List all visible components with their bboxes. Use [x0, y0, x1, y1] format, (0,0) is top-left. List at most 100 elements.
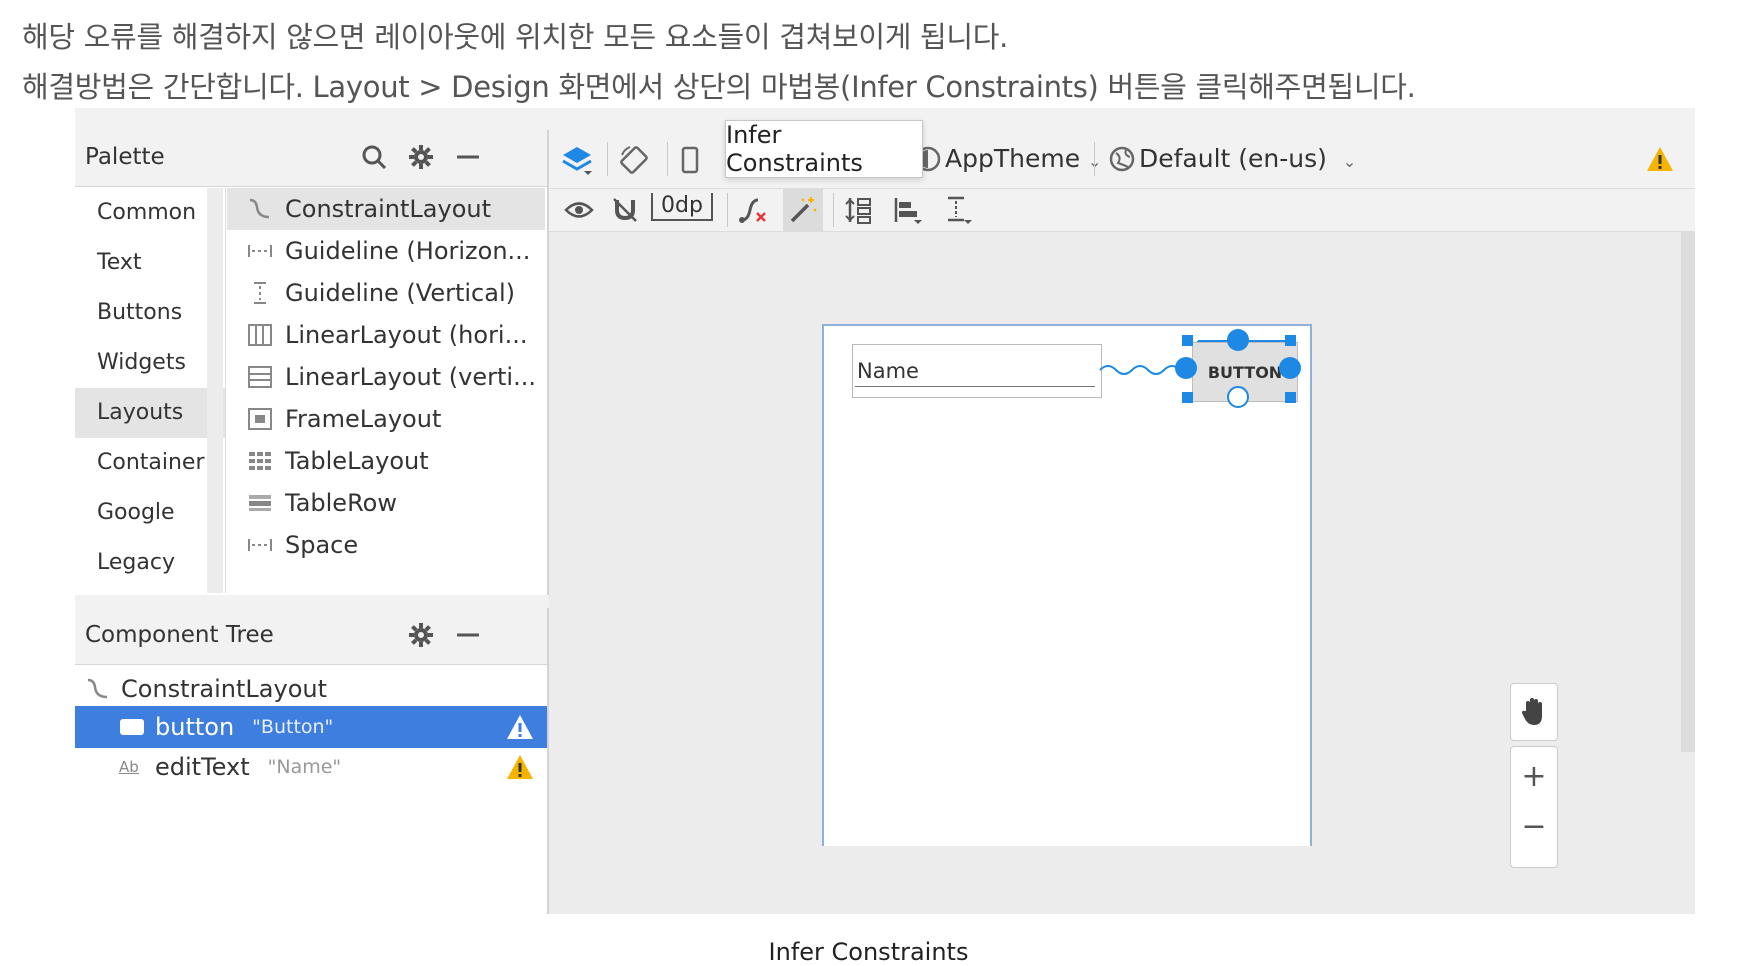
guidelines-icon[interactable]: [939, 193, 975, 227]
space-icon: [245, 532, 275, 558]
palette-title: Palette: [85, 144, 165, 170]
frame-layout-icon: [245, 406, 275, 432]
selection-handles: [1175, 329, 1301, 408]
layout-preview[interactable]: Name BUTTON: [822, 324, 1312, 846]
separator: [833, 193, 834, 227]
warning-icon[interactable]: [505, 712, 535, 742]
palette-item-label: ConstraintLayout: [285, 195, 492, 223]
tree-row-label: button: [155, 713, 235, 741]
guideline-horizontal-icon: [245, 238, 275, 264]
article-line-1: 해당 오류를 해결하지 않으면 레이아웃에 위치한 모든 요소들이 겹쳐보이게 …: [22, 20, 1009, 54]
theme-selector[interactable]: AppTheme ⌄: [945, 144, 1101, 173]
top-anchor[interactable]: [1227, 329, 1249, 351]
left-anchor[interactable]: [1175, 357, 1197, 379]
bottom-anchor[interactable]: [1227, 386, 1249, 408]
tree-row-sublabel: "Button": [252, 716, 334, 738]
article-line-2: 해결방법은 간단합니다. Layout > Design 화면에서 상단의 마법…: [22, 70, 1416, 104]
palette-panel: Palette Common Text Buttons Widgets Layo…: [75, 130, 549, 595]
palette-item[interactable]: FrameLayout: [227, 398, 545, 440]
component-tree-title: Component Tree: [85, 622, 274, 648]
theme-label: AppTheme: [945, 144, 1081, 173]
edittext-widget-icon: Ab: [119, 758, 139, 776]
zoom-controls: + −: [1510, 746, 1558, 868]
linear-horizontal-icon: [245, 322, 275, 348]
globe-icon[interactable]: [1105, 142, 1139, 176]
palette-item-label: Guideline (Vertical): [285, 279, 515, 307]
palette-item-label: Guideline (Horizon...: [285, 237, 531, 265]
palette-item[interactable]: TableRow: [227, 482, 545, 524]
category-legacy[interactable]: Legacy: [75, 538, 225, 588]
chevron-down-icon: ⌄: [1342, 152, 1357, 171]
palette-item[interactable]: ConstraintLayout: [227, 188, 545, 230]
palette-items: ConstraintLayout Guideline (Horizon... G…: [227, 188, 545, 593]
gear-icon[interactable]: [404, 140, 438, 174]
tree-row-constraintlayout[interactable]: ConstraintLayout: [75, 668, 547, 710]
palette-item-label: LinearLayout (verti...: [285, 363, 536, 391]
palette-categories: Common Text Buttons Widgets Layouts Cont…: [75, 188, 226, 593]
palette-item[interactable]: LinearLayout (verti...: [227, 356, 545, 398]
separator: [607, 142, 608, 176]
separator: [727, 193, 728, 227]
palette-item-label: FrameLayout: [285, 405, 442, 433]
category-widgets[interactable]: Widgets: [75, 338, 225, 388]
pan-button[interactable]: [1510, 683, 1558, 741]
separator: [667, 142, 668, 176]
right-anchor[interactable]: [1279, 357, 1301, 379]
gear-icon[interactable]: [404, 618, 438, 652]
component-tree-panel: Component Tree ConstraintLayout button "…: [75, 608, 549, 914]
category-buttons[interactable]: Buttons: [75, 288, 225, 338]
pack-icon[interactable]: [841, 193, 877, 227]
search-icon[interactable]: [357, 140, 391, 174]
device-icon[interactable]: [675, 140, 705, 180]
palette-item-label: TableRow: [285, 489, 397, 517]
minimize-icon[interactable]: [451, 618, 485, 652]
category-common[interactable]: Common: [75, 188, 225, 238]
resize-handle[interactable]: [1285, 335, 1296, 346]
resize-handle[interactable]: [1182, 392, 1193, 403]
constraint-layout-icon: [85, 677, 115, 701]
category-google[interactable]: Google: [75, 488, 225, 538]
constraint-layout-icon: [245, 196, 275, 222]
design-canvas[interactable]: Name BUTTON + −: [549, 232, 1695, 914]
linear-vertical-icon: [245, 364, 275, 390]
default-margin[interactable]: 0dp: [651, 193, 713, 221]
palette-item[interactable]: LinearLayout (hori...: [227, 314, 545, 356]
palette-item[interactable]: Space: [227, 524, 545, 566]
eye-icon[interactable]: [561, 193, 597, 227]
design-toolbar-top: AppTheme ⌄ Default (en-us) ⌄: [549, 130, 1695, 189]
warning-icon[interactable]: [1643, 142, 1677, 176]
infer-constraints-icon[interactable]: [783, 189, 823, 231]
tree-row-label: editText: [155, 753, 250, 781]
palette-item[interactable]: Guideline (Horizon...: [227, 230, 545, 272]
warning-icon[interactable]: [505, 752, 535, 782]
orientation-icon[interactable]: [615, 140, 655, 180]
tree-row-label: ConstraintLayout: [121, 675, 328, 703]
palette-item-label: LinearLayout (hori...: [285, 321, 528, 349]
category-container[interactable]: Container: [75, 438, 225, 488]
zoom-out-icon[interactable]: −: [1511, 803, 1557, 849]
category-layouts[interactable]: Layouts: [75, 388, 225, 438]
android-studio-screenshot: Palette Common Text Buttons Widgets Layo…: [75, 108, 1695, 914]
locale-selector[interactable]: Default (en-us) ⌄: [1139, 144, 1356, 173]
tree-row-button[interactable]: button "Button": [75, 706, 547, 748]
clear-constraints-icon[interactable]: [735, 193, 771, 227]
canvas-scrollbar[interactable]: [1681, 232, 1695, 752]
palette-item[interactable]: TableLayout: [227, 440, 545, 482]
resize-handle[interactable]: [1285, 392, 1296, 403]
tree-row-edittext[interactable]: Ab editText "Name": [75, 746, 547, 788]
zoom-in-icon[interactable]: +: [1511, 753, 1557, 799]
minimize-icon[interactable]: [451, 140, 485, 174]
align-icon[interactable]: [889, 193, 925, 227]
tree-row-sublabel: "Name": [267, 756, 342, 778]
table-layout-icon: [245, 448, 275, 474]
palette-item-label: TableLayout: [285, 447, 429, 475]
palette-item[interactable]: Guideline (Vertical): [227, 272, 545, 314]
figure-caption: Infer Constraints: [768, 938, 969, 966]
category-scrollbar[interactable]: [207, 188, 223, 593]
design-surface-icon[interactable]: [557, 140, 597, 180]
resize-handle[interactable]: [1182, 335, 1193, 346]
palette-item-label: Space: [285, 531, 359, 559]
category-text[interactable]: Text: [75, 238, 225, 288]
table-row-icon: [245, 490, 275, 516]
magnet-icon[interactable]: [607, 193, 643, 227]
